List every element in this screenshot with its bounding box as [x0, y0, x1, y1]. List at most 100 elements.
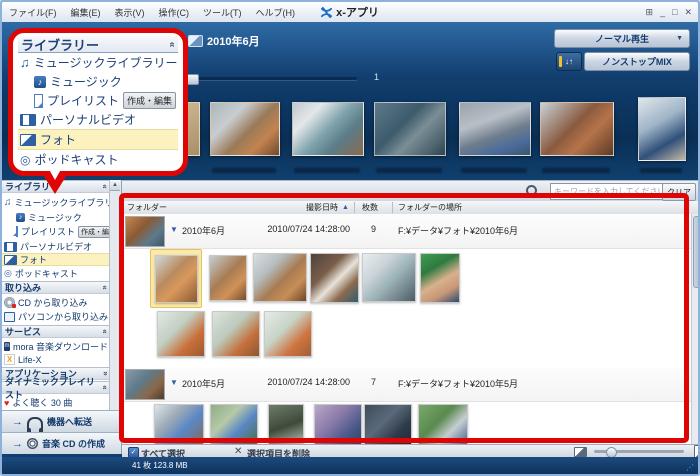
maximize-button[interactable]: □ — [672, 7, 677, 17]
sidebar-item-personal-video[interactable]: パーソナルビデオ — [2, 240, 110, 253]
photo-thumbnail[interactable] — [314, 404, 362, 444]
annotation-library-callout: ライブラリー« ♫ミュージックライブラリー ♪ミュージック プレイリスト 作成・… — [8, 28, 188, 176]
photo-thumbnail[interactable] — [157, 311, 205, 357]
menu-operation[interactable]: 操作(C) — [152, 6, 197, 19]
search-input[interactable] — [550, 183, 664, 200]
sidebar-item-favorites[interactable]: ♥よく聴く 30 曲 — [2, 396, 110, 409]
list-column-header: フォルダー 撮影日時 ▲ 枚数 フォルダーの場所 — [122, 201, 700, 215]
title-menu-bar: ファイル(F) 編集(E) 表示(V) 操作(C) ツール(T) ヘルプ(H) … — [2, 2, 698, 23]
cover-photo[interactable] — [638, 97, 686, 161]
column-folder[interactable]: フォルダー — [127, 201, 167, 214]
minimize-button[interactable]: _ — [660, 7, 665, 17]
group-thumbnail — [125, 369, 165, 400]
menu-file[interactable]: ファイル(F) — [2, 6, 64, 19]
photo-icon — [4, 255, 17, 265]
chevron-up-icon: « — [100, 285, 109, 289]
sort-order-button[interactable]: ↓↑ — [556, 52, 582, 71]
column-date[interactable]: 撮影日時 — [234, 201, 338, 214]
music-note-icon: ♫ — [4, 197, 12, 208]
cover-photo[interactable] — [540, 102, 614, 156]
video-icon — [4, 242, 17, 252]
create-music-cd-button[interactable]: → 音楽 CD の作成 — [2, 432, 121, 454]
photo-thumbnail[interactable] — [253, 253, 307, 302]
sidebar-scrollbar[interactable]: ▲ — [109, 180, 121, 410]
callout-item-photo: フォト — [18, 129, 178, 150]
selected-photo-frame[interactable] — [150, 249, 202, 308]
slider-page-number: 1 — [374, 72, 379, 82]
headphones-icon — [27, 417, 43, 431]
menu-view[interactable]: 表示(V) — [108, 6, 152, 19]
status-bar: 41 枚 123.8 MB ⋰ — [2, 457, 698, 474]
search-icon[interactable] — [526, 185, 536, 195]
group-row-may[interactable]: ▼ 2010年5月 2010/07/24 14:28:00 7 F:¥データ¥フ… — [122, 367, 700, 402]
photo-thumbnail[interactable] — [362, 253, 416, 302]
music-icon: ♪ — [16, 213, 25, 222]
photo-thumbnail[interactable] — [212, 311, 260, 357]
photo-thumbnail[interactable] — [420, 253, 460, 303]
photo-thumbnail[interactable] — [209, 255, 247, 301]
chevron-up-icon: « — [100, 385, 109, 389]
photo-thumbnail[interactable] — [264, 311, 312, 357]
sidebar-section-services[interactable]: サービス« — [2, 325, 110, 338]
group-expand-icon[interactable]: ▼ — [170, 378, 178, 387]
column-count[interactable]: 枚数 — [362, 201, 378, 214]
zoom-out-photo-icon[interactable] — [574, 447, 587, 457]
sidebar-item-music[interactable]: ♪ミュージック — [2, 211, 110, 224]
music-icon: ♪ — [34, 76, 46, 88]
photo-thumbnail[interactable] — [310, 253, 359, 303]
column-location[interactable]: フォルダーの場所 — [398, 201, 462, 214]
group-expand-icon[interactable]: ▼ — [170, 225, 178, 234]
current-view-title: 2010年6月 — [188, 33, 260, 49]
photo-icon — [20, 134, 36, 146]
status-text: 41 枚 123.8 MB — [132, 460, 188, 471]
cover-photo[interactable] — [210, 102, 280, 156]
cover-photo[interactable] — [292, 102, 364, 156]
resize-grip[interactable]: ⋰ — [686, 463, 695, 472]
cd-disc-icon — [27, 438, 38, 449]
delete-icon: ✕ — [234, 446, 242, 457]
chevron-up-icon: « — [100, 184, 109, 188]
playlist-icon — [34, 94, 43, 108]
sidebar-item-import-pc[interactable]: パソコンから取り込み — [2, 310, 110, 323]
sidebar-item-mora[interactable]: mmora 音楽ダウンロード — [2, 340, 110, 353]
mora-icon: m — [4, 342, 10, 351]
list-scrollbar[interactable] — [691, 214, 700, 444]
scroll-up-icon[interactable]: ▲ — [110, 180, 120, 191]
cover-photo[interactable] — [374, 102, 446, 156]
cd-import-icon — [4, 297, 15, 308]
lifex-icon: X — [4, 354, 15, 365]
thumbnail-size-slider[interactable] — [594, 450, 684, 453]
play-mode-dropdown[interactable]: ノーマル再生 ▼ — [554, 29, 690, 48]
scrollbar-thumb[interactable] — [693, 216, 700, 288]
coverflow-position-slider[interactable] — [185, 77, 357, 80]
callout-library-header: ライブラリー« — [18, 36, 178, 53]
photo-thumbnail[interactable] — [268, 404, 304, 444]
close-button[interactable]: ✕ — [684, 7, 692, 18]
photo-thumbnail[interactable] — [364, 404, 412, 444]
photo-thumbnail[interactable] — [210, 404, 258, 444]
chevron-up-icon: « — [167, 41, 178, 47]
cover-photo[interactable] — [459, 102, 531, 156]
sidebar-item-photo[interactable]: フォト — [2, 253, 110, 266]
callout-item-music-library: ♫ミュージックライブラリー — [18, 53, 178, 72]
photo-thumbnail-selected[interactable] — [155, 255, 198, 303]
sidebar-item-music-library[interactable]: ♫ミュージックライブラリー — [2, 196, 110, 209]
nonstop-mix-button[interactable]: ノンストップMIX — [584, 52, 690, 71]
transfer-to-device-button[interactable]: → 機器へ転送 — [2, 410, 121, 432]
sidebar-item-playlist[interactable]: プレイリスト 作成・編集 — [2, 225, 110, 238]
sidebar-item-podcast[interactable]: ◎ポッドキャスト — [2, 267, 110, 280]
sidebar-section-import[interactable]: 取り込み« — [2, 281, 110, 294]
photo-thumbnail[interactable] — [418, 404, 468, 444]
sidebar: ライブラリー« ♫ミュージックライブラリー ♪ミュージック プレイリスト 作成・… — [2, 180, 122, 454]
menu-help[interactable]: ヘルプ(H) — [249, 6, 303, 19]
clear-search-button[interactable]: クリア — [662, 183, 696, 201]
sidebar-section-dynamic-playlist[interactable]: ダイナミックプレイリスト« — [2, 381, 110, 394]
menu-tools[interactable]: ツール(T) — [196, 6, 249, 19]
sidebar-item-lifex[interactable]: XLife-X — [2, 353, 110, 366]
feedback-icon[interactable]: ⊞ — [645, 7, 653, 18]
arrow-right-icon: → — [12, 416, 23, 428]
group-row-june[interactable]: ▼ 2010年6月 2010/07/24 14:28:00 9 F:¥データ¥フ… — [122, 214, 700, 249]
sidebar-item-import-cd[interactable]: CD から取り込み — [2, 296, 110, 309]
photo-thumbnail[interactable] — [154, 404, 204, 444]
menu-edit[interactable]: 編集(E) — [64, 6, 108, 19]
